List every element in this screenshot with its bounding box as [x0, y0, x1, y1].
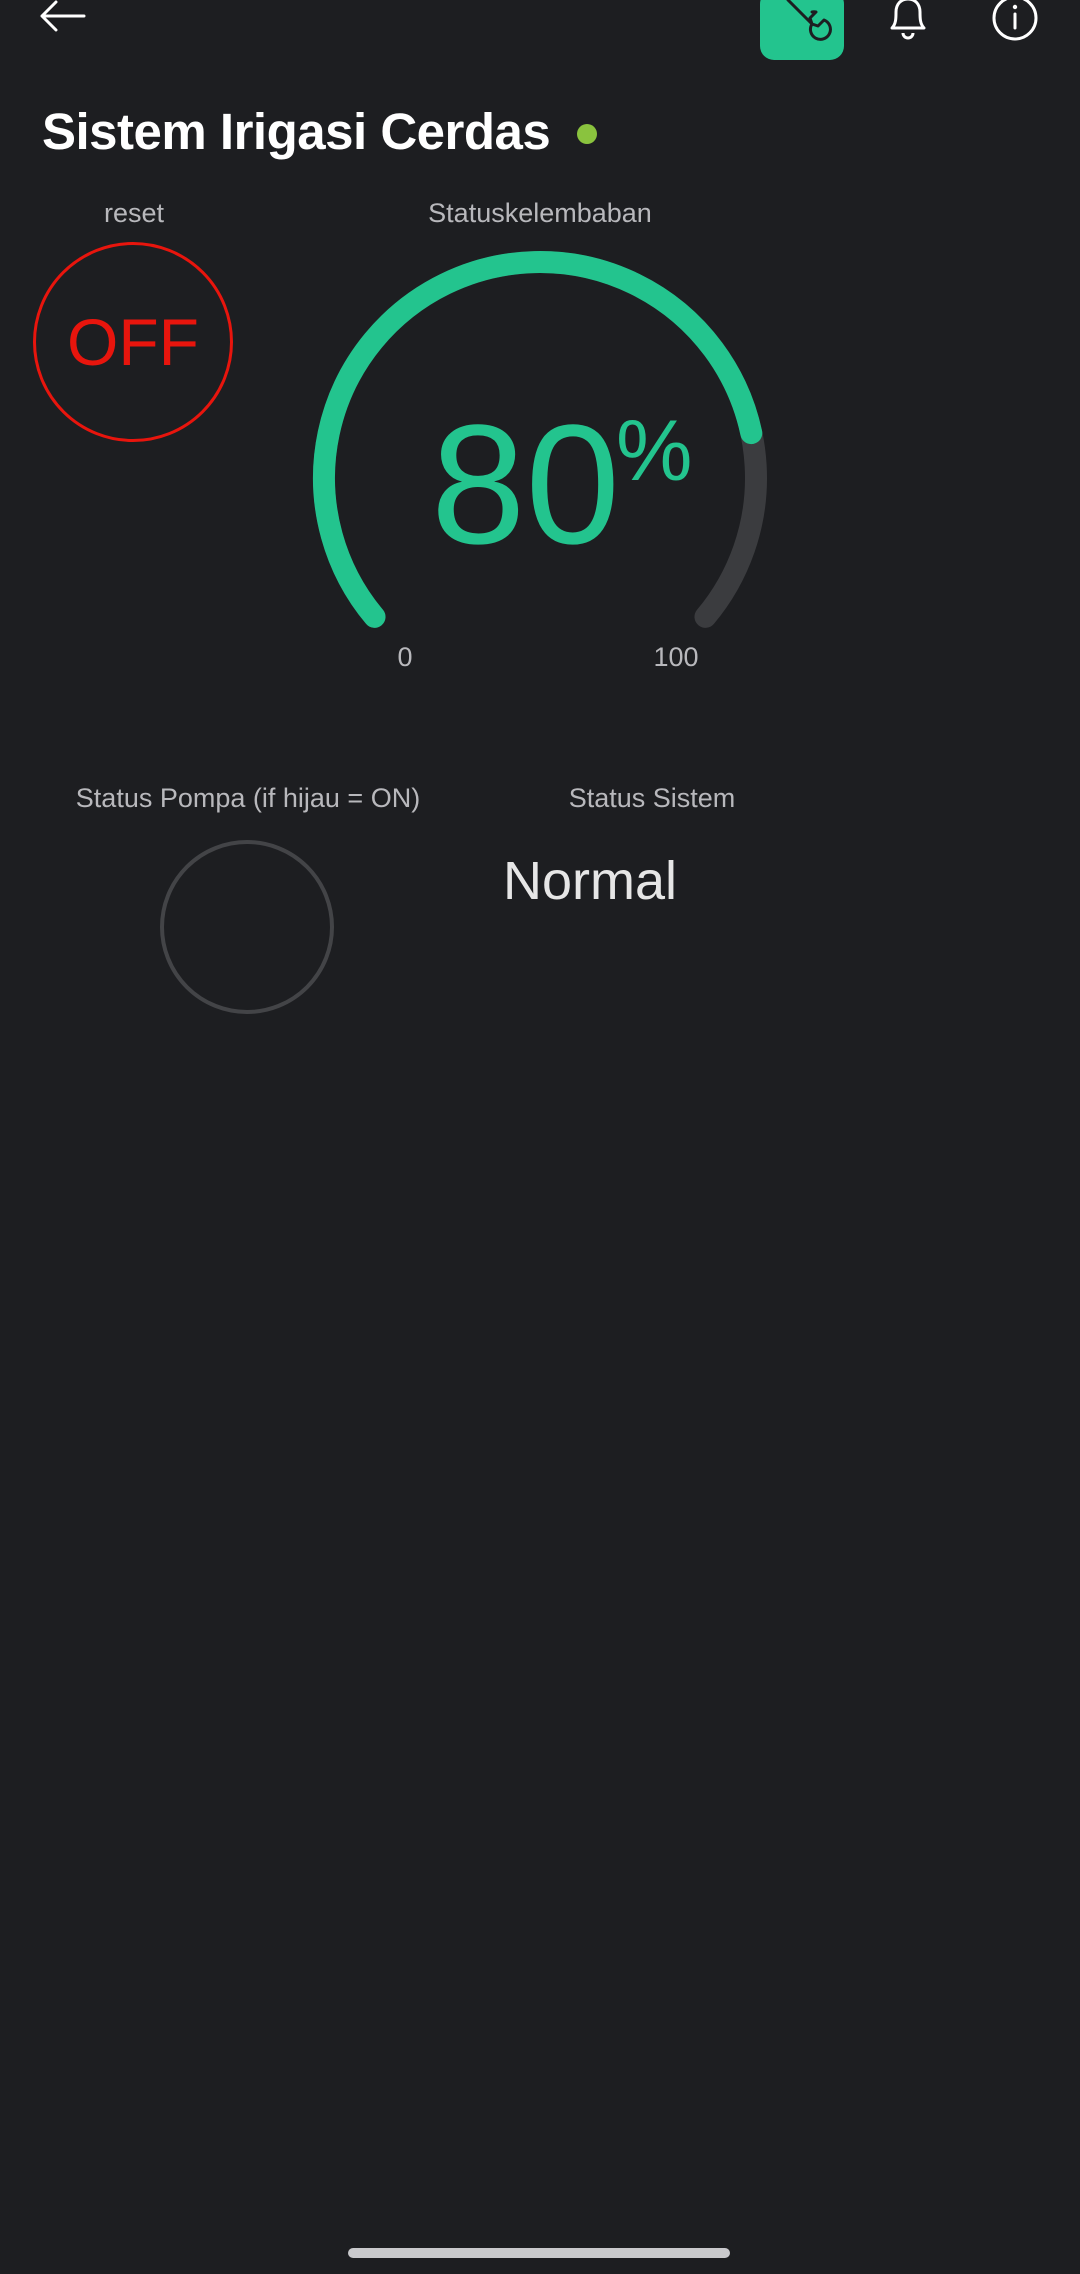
info-button[interactable] [984, 0, 1046, 52]
online-status-dot [577, 124, 597, 144]
back-button[interactable] [34, 0, 98, 40]
gauge-label: Statuskelembaban [428, 198, 652, 228]
home-indicator[interactable] [348, 2248, 730, 2258]
gauge-value: 80 [430, 390, 620, 580]
info-icon [992, 0, 1038, 41]
gauge-unit: % [616, 403, 693, 499]
device-settings-button[interactable] [760, 0, 844, 60]
wrench-icon [786, 0, 832, 41]
pump-status-label: Status Pompa (if hijau = ON) [75, 783, 421, 813]
system-status-value: Normal [502, 851, 678, 911]
gauge-min-label: 0 [397, 642, 413, 672]
pump-status-led [160, 840, 334, 1014]
arrow-left-icon [40, 0, 86, 32]
device-title: Sistem Irigasi Cerdas [42, 103, 551, 160]
reset-button[interactable]: OFF [33, 242, 233, 442]
system-status-label: Status Sistem [568, 783, 736, 813]
notifications-button[interactable] [880, 0, 936, 46]
bell-icon [890, 0, 926, 40]
reset-label: reset [103, 198, 165, 228]
gauge-max-label: 100 [653, 642, 699, 672]
reset-button-value: OFF [67, 305, 199, 379]
